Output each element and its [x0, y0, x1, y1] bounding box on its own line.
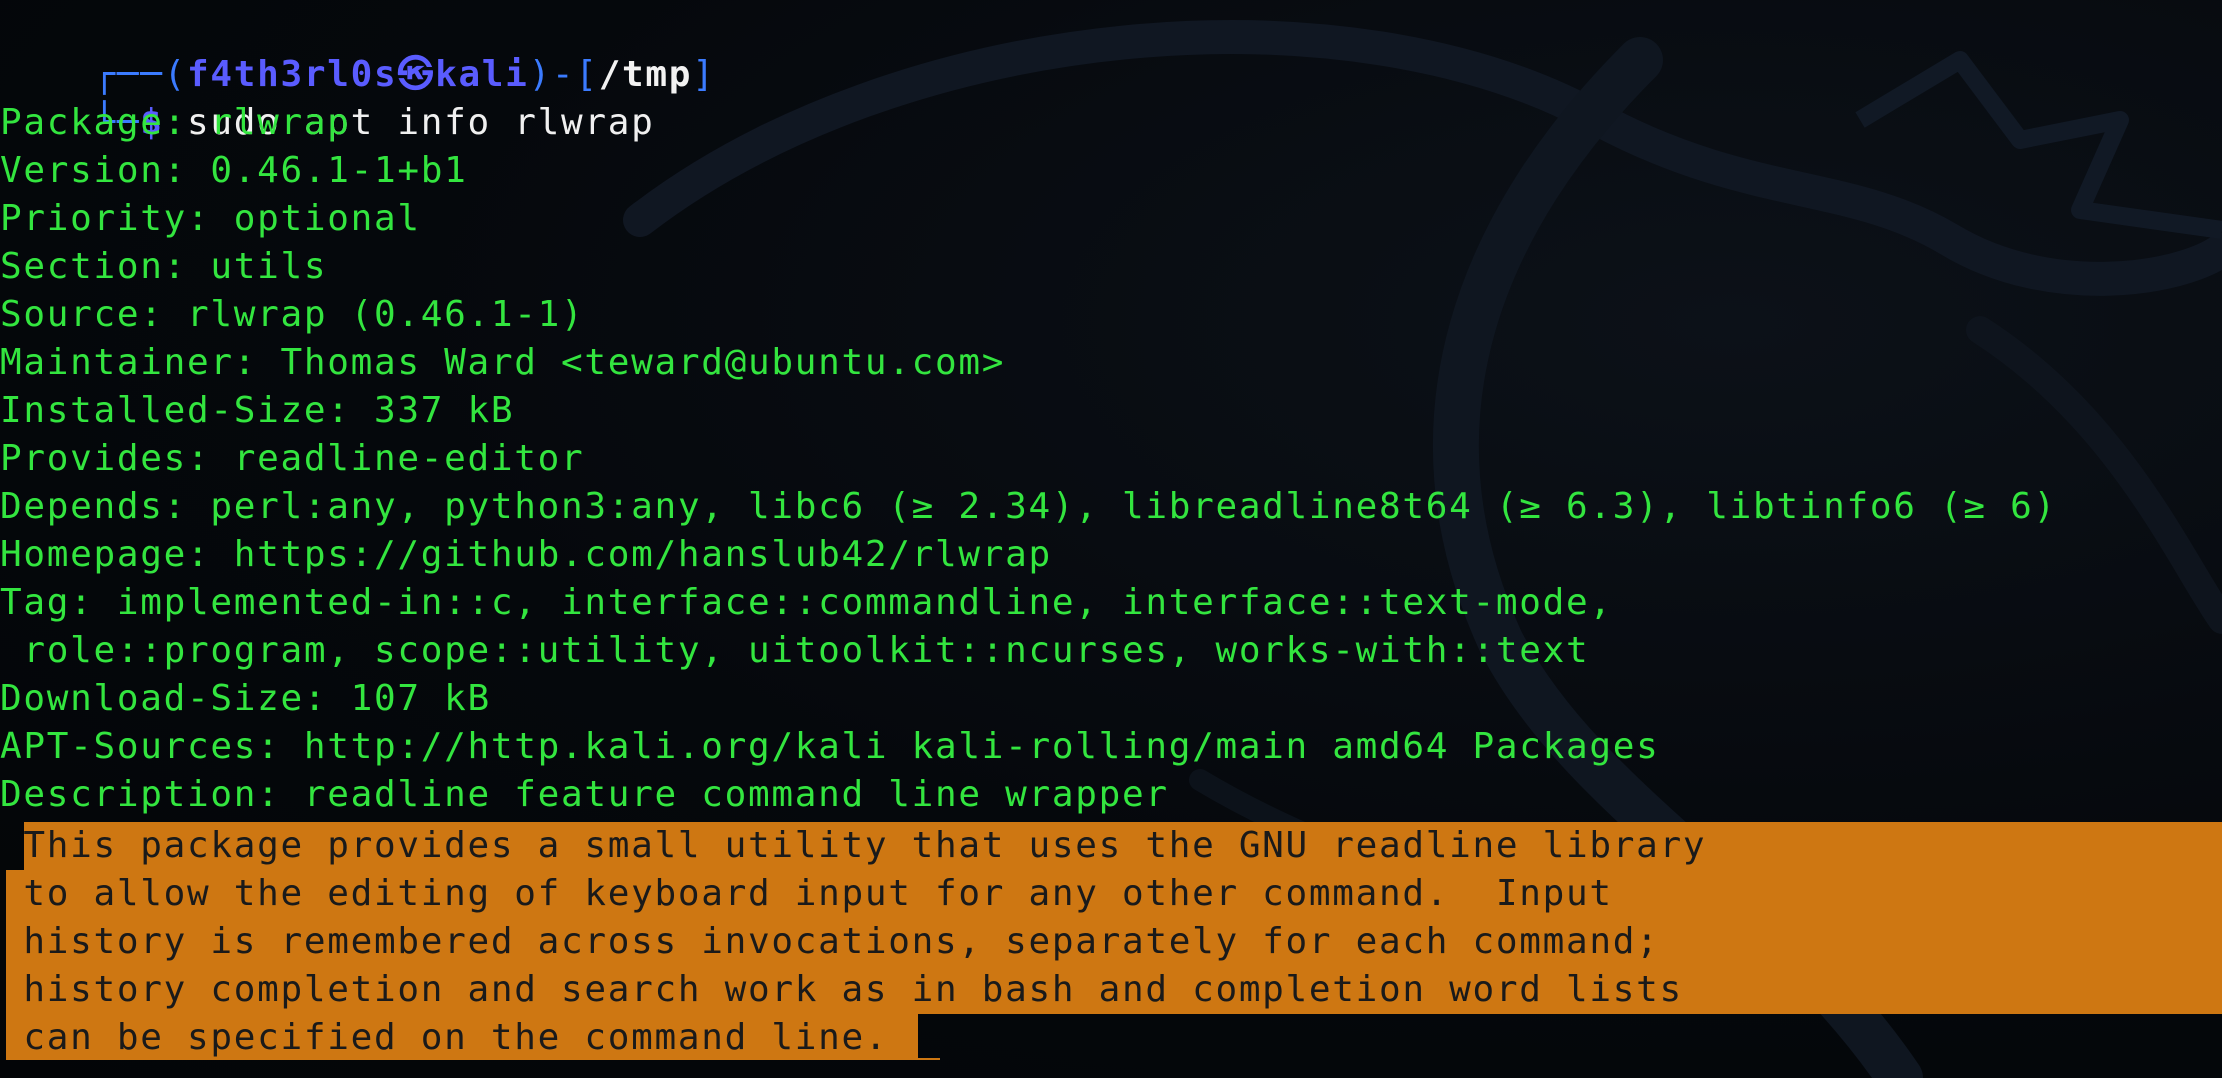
output-version: Version: 0.46.1-1+b1	[0, 150, 468, 191]
selected-description-line[interactable]: to allow the editing of keyboard input f…	[0, 870, 1613, 918]
output-description: Description: readline feature command li…	[0, 774, 1169, 815]
output-download-size: Download-Size: 107 kB	[0, 678, 491, 719]
output-depends: Depends: perl:any, python3:any, libc6 (≥…	[0, 486, 2057, 527]
output-source: Source: rlwrap (0.46.1-1)	[0, 294, 585, 335]
output-tag-line-1: Tag: implemented-in::c, interface::comma…	[0, 582, 1613, 623]
terminal-cursor	[918, 1058, 940, 1060]
prompt-bracket-close: ]	[692, 54, 716, 95]
command-line: └─$ sudo apt info rlwrap	[0, 51, 654, 143]
selected-description-line[interactable]: This package provides a small utility th…	[0, 822, 1706, 870]
output-maintainer: Maintainer: Thomas Ward <teward@ubuntu.c…	[0, 342, 1006, 383]
output-installed-size: Installed-Size: 337 kB	[0, 390, 515, 431]
output-apt-sources: APT-Sources: http://http.kali.org/kali k…	[0, 726, 1660, 767]
selected-description-line[interactable]: history is remembered across invocations…	[0, 918, 1660, 966]
output-homepage: Homepage: https://github.com/hanslub42/r…	[0, 534, 1052, 575]
output-section: Section: utils	[0, 246, 328, 287]
selected-description-line[interactable]: can be specified on the command line.	[0, 1014, 888, 1062]
prompt-line: ┌──(f4th3rl0s㉿kali)-[/tmp]	[0, 3, 716, 95]
output-priority: Priority: optional	[0, 198, 421, 239]
output-package: Package: rlwrap	[0, 102, 351, 143]
output-tag-line-2: role::program, scope::utility, uitoolkit…	[0, 630, 1590, 671]
terminal-window[interactable]: ┌──(f4th3rl0s㉿kali)-[/tmp] └─$ sudo apt …	[0, 0, 2222, 1078]
selected-description-line[interactable]: history completion and search work as in…	[0, 966, 1683, 1014]
output-provides: Provides: readline-editor	[0, 438, 585, 479]
